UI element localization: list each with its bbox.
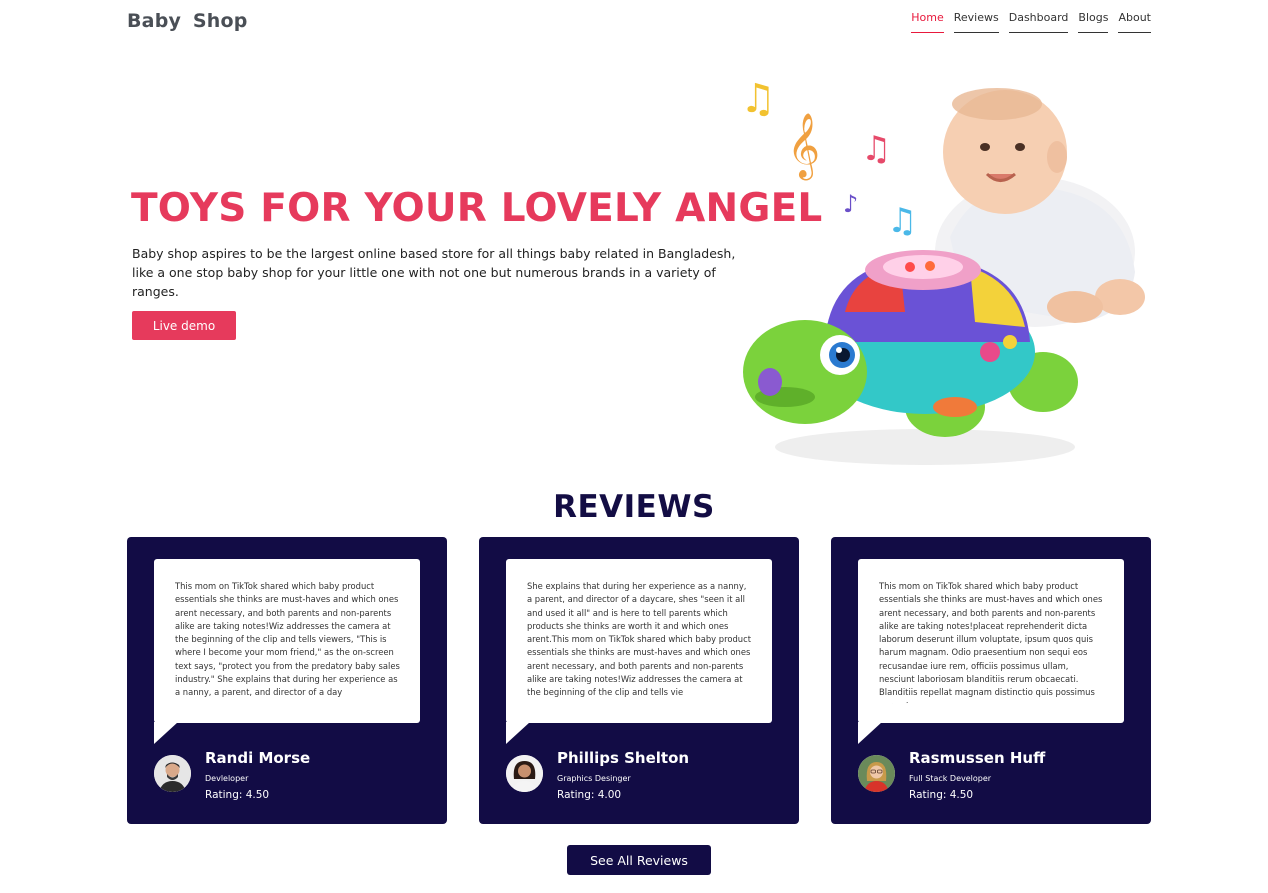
see-all-reviews-button[interactable]: See All Reviews: [567, 845, 711, 875]
review-text: She explains that during her experience …: [527, 581, 751, 698]
main-nav: Home Reviews Dashboard Blogs About: [911, 11, 1151, 33]
review-text: This mom on TikTok shared which baby pro…: [879, 581, 1103, 704]
hero-description: Baby shop aspires to be the largest onli…: [132, 246, 736, 299]
review-text: This mom on TikTok shared which baby pro…: [175, 581, 400, 698]
nav-reviews[interactable]: Reviews: [953, 11, 999, 33]
reviewer-rating: Rating: 4.50: [909, 789, 974, 801]
baby-toy-illustration: ♫ 𝄞 ♫ ♪ ♫: [740, 76, 1145, 465]
review-card: This mom on TikTok shared which baby pro…: [127, 537, 447, 824]
review-card: This mom on TikTok shared which baby pro…: [831, 537, 1151, 824]
live-demo-button[interactable]: Live demo: [132, 311, 236, 340]
review-card: She explains that during her experience …: [479, 537, 799, 824]
svg-text:𝄞: 𝄞: [787, 113, 820, 180]
nav-home[interactable]: Home: [911, 11, 944, 33]
bubble-tail: [858, 722, 882, 744]
hero-title: TOYS FOR YOUR LOVELY ANGEL: [131, 186, 823, 231]
avatar-man-icon: [154, 755, 191, 792]
nav-about[interactable]: About: [1118, 11, 1151, 33]
review-bubble: This mom on TikTok shared which baby pro…: [154, 559, 420, 723]
reviewer-role: Graphics Desinger: [557, 774, 631, 783]
nav-dashboard[interactable]: Dashboard: [1008, 11, 1069, 33]
reviewer-rating: Rating: 4.00: [557, 789, 622, 801]
reviewer-rating: Rating: 4.50: [205, 789, 270, 801]
avatar: [506, 755, 543, 792]
svg-text:♫: ♫: [740, 76, 776, 122]
reviewer-name: Phillips Shelton: [557, 749, 690, 767]
avatar-woman-icon: [506, 755, 543, 792]
review-bubble: This mom on TikTok shared which baby pro…: [858, 559, 1124, 723]
svg-text:♪: ♪: [843, 190, 858, 218]
reviewer-name: Randi Morse: [205, 749, 311, 767]
brand-logo[interactable]: Baby Shop: [127, 10, 248, 32]
hero-image: ♫ 𝄞 ♫ ♪ ♫: [735, 52, 1155, 477]
bubble-tail: [506, 722, 530, 744]
reviews-heading: REVIEWS: [553, 489, 715, 525]
svg-text:♫: ♫: [887, 201, 917, 241]
reviewer-role: Full Stack Developer: [909, 774, 992, 783]
avatar: [154, 755, 191, 792]
nav-blogs[interactable]: Blogs: [1078, 11, 1109, 33]
avatar-woman-glasses-icon: [858, 755, 895, 792]
review-bubble: She explains that during her experience …: [506, 559, 772, 723]
bubble-tail: [154, 722, 178, 744]
svg-text:♫: ♫: [861, 129, 891, 169]
music-notes-icon: ♫ 𝄞 ♫ ♪ ♫: [740, 76, 917, 241]
avatar: [858, 755, 895, 792]
reviewer-name: Rasmussen Huff: [909, 749, 1046, 767]
reviewer-role: Devleloper: [205, 774, 249, 783]
